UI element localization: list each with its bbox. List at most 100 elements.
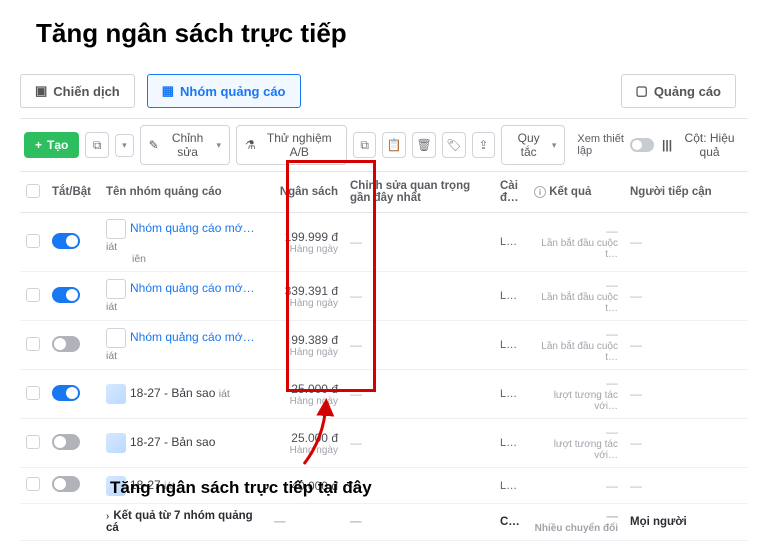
ads-manager-panel: ▣ Chiến dịch ▦ Nhóm quảng cáo ▢ Quảng cá… bbox=[20, 74, 748, 541]
name-suffix: iát bbox=[106, 350, 117, 362]
row-checkbox[interactable] bbox=[26, 477, 40, 491]
tab-ads[interactable]: ▢ Quảng cáo bbox=[621, 74, 736, 108]
tag-button[interactable]: 🏷 bbox=[442, 132, 466, 158]
plus-icon: + bbox=[35, 138, 42, 152]
rules-button[interactable]: Quy tắc ▾ bbox=[501, 125, 565, 165]
budget-period: Hàng ngày bbox=[274, 347, 338, 358]
adset-thumb bbox=[106, 433, 126, 453]
result-sub: lượt tương tác với… bbox=[534, 390, 618, 412]
tab-campaigns[interactable]: ▣ Chiến dịch bbox=[20, 74, 135, 108]
edits-cell: — bbox=[350, 436, 362, 450]
budget-period: Hàng ngày bbox=[274, 298, 338, 309]
adset-name[interactable]: 18-27 - Bản sao bbox=[130, 435, 215, 449]
chevron-right-icon[interactable]: › bbox=[106, 511, 109, 522]
summary-budget: — bbox=[274, 516, 286, 528]
result-value: — bbox=[534, 425, 618, 439]
name-suffix2: iên bbox=[106, 253, 262, 265]
copy-button[interactable]: ⧉ bbox=[353, 132, 377, 158]
budget-amount[interactable]: 339.391 đ bbox=[274, 284, 338, 298]
col-reach[interactable]: Người tiếp cận bbox=[624, 172, 748, 213]
rules-label: Quy tắc bbox=[510, 131, 547, 159]
toolbar: + Tạo ⧉▾ ✎ Chỉnh sửa ▾ ⚗ Thử nghiệm A/B … bbox=[20, 118, 748, 172]
row-checkbox[interactable] bbox=[26, 337, 40, 351]
name-suffix: iát bbox=[106, 241, 117, 253]
name-suffix: iát bbox=[219, 388, 230, 400]
budget-period: Hàng ngày bbox=[274, 445, 338, 456]
ab-label: Thử nghiệm A/B bbox=[261, 131, 338, 159]
result-value: — bbox=[534, 479, 618, 493]
col-edits[interactable]: Chỉnh sửa quan trọng gần đây nhất bbox=[344, 172, 494, 213]
duplicate-button[interactable]: ⧉ bbox=[85, 132, 109, 158]
setup-cell: L… bbox=[494, 370, 528, 419]
tab-ads-label: Quảng cáo bbox=[654, 84, 721, 99]
row-toggle[interactable] bbox=[52, 476, 80, 492]
budget-amount[interactable]: 199.999 đ bbox=[274, 230, 338, 244]
table-header-row: Tắt/Bật Tên nhóm quảng cáo Ngân sách Chỉ… bbox=[20, 172, 748, 213]
budget-amount[interactable]: 25.000 đ bbox=[274, 431, 338, 445]
summary-label: Kết quả từ 7 nhóm quảng cá bbox=[106, 510, 253, 534]
summary-reach: Mọi người bbox=[624, 504, 748, 541]
adset-thumb bbox=[106, 384, 126, 404]
chevron-down-icon: ▾ bbox=[552, 140, 557, 151]
row-toggle[interactable] bbox=[52, 233, 80, 249]
table-row: 18-27 - Bản sao iát25.000 đHàng ngày—L…—… bbox=[20, 370, 748, 419]
delete-button[interactable]: 🗑 bbox=[412, 132, 436, 158]
result-value: — bbox=[534, 224, 618, 238]
summary-row: ›Kết quả từ 7 nhóm quảng cá——C…—Nhiều ch… bbox=[20, 504, 748, 541]
setup-cell: L… bbox=[494, 213, 528, 272]
adset-name[interactable]: 18-27 - Bản sao bbox=[130, 386, 215, 400]
edits-cell: — bbox=[350, 235, 362, 249]
row-checkbox[interactable] bbox=[26, 435, 40, 449]
table-row: Nhóm quảng cáo mớ… iát339.391 đHàng ngày… bbox=[20, 272, 748, 321]
setup-cell: L… bbox=[494, 321, 528, 370]
pencil-icon: ✎ bbox=[149, 138, 159, 152]
row-toggle[interactable] bbox=[52, 287, 80, 303]
edit-label: Chỉnh sửa bbox=[164, 131, 212, 159]
col-setup[interactable]: Cài đ… bbox=[494, 172, 528, 213]
grid-icon: ▦ bbox=[162, 83, 174, 99]
edit-button[interactable]: ✎ Chỉnh sửa ▾ bbox=[140, 125, 230, 165]
view-setup-label: Xem thiết lập bbox=[577, 133, 624, 157]
row-checkbox[interactable] bbox=[26, 234, 40, 248]
row-checkbox[interactable] bbox=[26, 386, 40, 400]
col-name[interactable]: Tên nhóm quảng cáo bbox=[100, 172, 268, 213]
row-toggle[interactable] bbox=[52, 336, 80, 352]
adset-name[interactable]: Nhóm quảng cáo mớ… bbox=[130, 330, 255, 344]
summary-result: Nhiều chuyển đổi bbox=[534, 523, 618, 534]
create-button[interactable]: + Tạo bbox=[24, 132, 79, 158]
select-all-checkbox[interactable] bbox=[26, 184, 40, 198]
row-checkbox[interactable] bbox=[26, 288, 40, 302]
annotation-text: Tăng ngân sách trực tiếp tại đây bbox=[110, 478, 372, 498]
reach-cell: — bbox=[630, 338, 642, 352]
summary-setup: C… bbox=[494, 504, 528, 541]
budget-period: Hàng ngày bbox=[274, 244, 338, 255]
table-row: Nhóm quảng cáo mớ… iát 99.389 đHàng ngày —… bbox=[20, 321, 748, 370]
budget-amount[interactable]: 25.000 đ bbox=[274, 382, 338, 396]
result-value: — bbox=[534, 278, 618, 292]
result-sub: lượt tương tác với… bbox=[534, 439, 618, 461]
row-toggle[interactable] bbox=[52, 434, 80, 450]
reach-cell: — bbox=[630, 387, 642, 401]
result-sub: Lần bắt đầu cuộc t… bbox=[534, 238, 618, 260]
ab-test-button[interactable]: ⚗ Thử nghiệm A/B bbox=[236, 125, 347, 165]
duplicate-caret[interactable]: ▾ bbox=[115, 134, 134, 157]
export-button[interactable]: ⇪ bbox=[472, 132, 496, 158]
tab-adsets[interactable]: ▦ Nhóm quảng cáo bbox=[147, 74, 301, 108]
col-budget[interactable]: Ngân sách bbox=[268, 172, 344, 213]
budget-amount[interactable]: 99.389 đ bbox=[274, 333, 338, 347]
chevron-down-icon: ▾ bbox=[216, 140, 221, 151]
paste-button[interactable]: 📋 bbox=[382, 132, 406, 158]
adset-name[interactable]: Nhóm quảng cáo mớ… bbox=[130, 221, 255, 235]
setup-toggle[interactable] bbox=[630, 138, 654, 152]
tab-adsets-label: Nhóm quảng cáo bbox=[180, 84, 285, 99]
columns-button[interactable]: ||| Cột: Hiệu quả bbox=[660, 126, 744, 164]
reach-cell: — bbox=[630, 235, 642, 249]
reach-cell: — bbox=[630, 479, 642, 493]
reach-cell: — bbox=[630, 289, 642, 303]
adset-name[interactable]: Nhóm quảng cáo mớ… bbox=[130, 281, 255, 295]
edits-cell: — bbox=[350, 289, 362, 303]
col-onoff[interactable]: Tắt/Bật bbox=[46, 172, 100, 213]
col-results[interactable]: Kết quả bbox=[549, 186, 591, 198]
row-toggle[interactable] bbox=[52, 385, 80, 401]
table-row: Nhóm quảng cáo mớ… iátiên 199.999 đHàng n… bbox=[20, 213, 748, 272]
